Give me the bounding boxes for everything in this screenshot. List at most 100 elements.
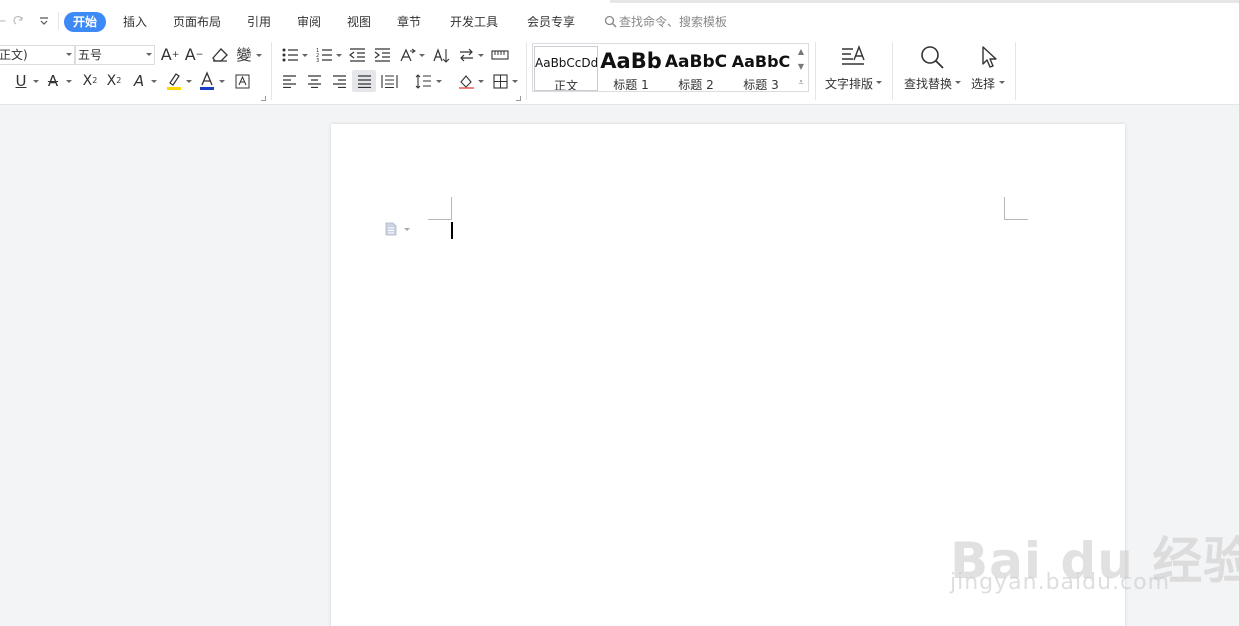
tab-developer[interactable]: 开发工具 (450, 12, 498, 32)
tab-member[interactable]: 会员专享 (527, 12, 575, 32)
text-effect-icon[interactable]: A (130, 71, 148, 91)
text-direction-dropdown-icon[interactable] (478, 54, 484, 57)
undo-icon[interactable]: ← (0, 13, 6, 29)
clear-format-eraser-icon[interactable] (210, 46, 230, 64)
find-replace-magnifier-icon[interactable] (918, 44, 946, 70)
font-name-select[interactable]: 正文) (0, 45, 75, 65)
style-heading-2[interactable]: AaBbC 标题 2 (664, 46, 728, 91)
layout-group-divider (892, 42, 893, 100)
style-heading-1-preview: AaBb (600, 49, 662, 73)
align-left-icon[interactable] (279, 71, 299, 91)
phonetic-guide-icon[interactable]: 變 (234, 45, 254, 65)
margin-corner-top-right-h (1004, 219, 1028, 220)
margin-corner-top-left-v (451, 197, 452, 220)
underline-dropdown-icon[interactable] (33, 80, 39, 83)
styles-scroll-up-icon[interactable]: ▲ (796, 47, 806, 57)
strikethrough-icon[interactable]: A (44, 71, 62, 91)
tab-references[interactable]: 引用 (247, 12, 271, 32)
character-border-icon[interactable] (233, 72, 251, 90)
style-heading-3-preview: AaBbC (731, 52, 791, 71)
text-effect-dropdown-icon[interactable] (151, 80, 157, 83)
font-name-value: 正文) (0, 48, 28, 62)
redo-icon[interactable] (12, 13, 26, 29)
tab-view[interactable]: 视图 (347, 12, 371, 32)
distributed-align-icon[interactable] (379, 71, 399, 91)
shading-dropdown-icon[interactable] (478, 80, 484, 83)
shading-icon[interactable] (456, 71, 476, 91)
find-replace-button[interactable]: 查找替换 (904, 75, 952, 92)
wps-writer-window: ← 开始 插入 页面布局 引用 审阅 视图 章节 开发工具 会员专享 查找命令、… (0, 0, 1239, 626)
command-search-input[interactable]: 查找命令、搜索模板 (619, 12, 727, 32)
select-button[interactable]: 选择 (971, 75, 995, 92)
strikethrough-dropdown-icon[interactable] (66, 80, 72, 83)
chinese-layout-icon[interactable] (397, 45, 417, 65)
chinese-layout-dropdown-icon[interactable] (419, 54, 425, 57)
search-icon[interactable] (603, 14, 617, 28)
select-cursor-icon[interactable] (976, 44, 1002, 70)
style-heading-3-label: 标题 3 (743, 78, 779, 91)
style-heading-1[interactable]: AaBb 标题 1 (599, 46, 663, 91)
margin-corner-top-left-h (428, 219, 452, 220)
decrease-indent-icon[interactable] (347, 45, 367, 65)
line-spacing-icon[interactable] (413, 71, 433, 91)
paragraph-group-divider (526, 42, 527, 100)
justify-icon[interactable] (352, 70, 376, 92)
select-dropdown-icon[interactable] (999, 81, 1005, 84)
font-name-dropdown-icon[interactable] (66, 53, 72, 56)
paragraph-dialog-launcher-icon[interactable] (516, 96, 521, 101)
superscript-icon[interactable]: X2 (80, 71, 100, 91)
find-replace-dropdown-icon[interactable] (955, 81, 961, 84)
style-normal-label: 正文 (553, 79, 578, 91)
tab-page-layout[interactable]: 页面布局 (173, 12, 221, 32)
underline-icon[interactable]: U (12, 71, 30, 91)
line-spacing-dropdown-icon[interactable] (436, 80, 442, 83)
edit-group-divider (1015, 42, 1016, 100)
paragraph-layout-doc-icon[interactable] (384, 221, 398, 236)
borders-dropdown-icon[interactable] (512, 80, 518, 83)
tab-insert[interactable]: 插入 (123, 12, 147, 32)
style-heading-2-label: 标题 2 (678, 78, 714, 91)
tab-chapter[interactable]: 章节 (397, 12, 421, 32)
tab-home[interactable]: 开始 (64, 12, 107, 32)
text-direction-icon[interactable] (456, 45, 476, 65)
show-ruler-icon[interactable] (490, 45, 510, 65)
font-dialog-launcher-icon[interactable] (261, 96, 266, 101)
highlight-pen-icon[interactable] (165, 70, 183, 92)
text-layout-icon[interactable] (839, 44, 867, 70)
borders-icon[interactable] (490, 71, 510, 91)
font-color-dropdown-icon[interactable] (219, 80, 225, 83)
font-group-divider (271, 42, 272, 100)
styles-scroll-down-icon[interactable]: ▼ (796, 62, 806, 72)
align-center-icon[interactable] (304, 71, 324, 91)
numbered-list-dropdown-icon[interactable] (336, 54, 342, 57)
font-color-icon[interactable] (198, 70, 216, 92)
watermark-url: jingyan.baidu.com (950, 570, 1171, 595)
phonetic-guide-dropdown-icon[interactable] (256, 54, 262, 57)
bullet-list-icon[interactable] (280, 45, 300, 65)
style-heading-1-label: 标题 1 (613, 78, 649, 91)
increase-indent-icon[interactable] (372, 45, 392, 65)
style-heading-3[interactable]: AaBbC 标题 3 (729, 46, 793, 91)
paragraph-layout-dropdown-icon[interactable] (404, 228, 410, 231)
style-heading-2-preview: AaBbC (664, 52, 728, 72)
subscript-icon[interactable]: X2 (104, 71, 124, 91)
styles-more-icon[interactable]: ⩡ (796, 77, 806, 89)
tab-review[interactable]: 审阅 (297, 12, 321, 32)
sort-icon[interactable] (431, 45, 451, 65)
style-normal[interactable]: AaBbCcDd 正文 (534, 46, 598, 91)
font-size-select[interactable]: 五号 (75, 45, 155, 65)
font-size-dropdown-icon[interactable] (146, 53, 152, 56)
grow-font-icon[interactable]: A + (160, 45, 180, 65)
shrink-font-icon[interactable]: A − (184, 45, 204, 65)
text-layout-dropdown-icon[interactable] (876, 81, 882, 84)
customize-quick-access-icon[interactable] (38, 14, 50, 28)
bullet-list-dropdown-icon[interactable] (302, 54, 308, 57)
quick-access-divider (58, 12, 59, 30)
font-size-value: 五号 (78, 48, 103, 62)
numbered-list-icon[interactable]: 123 (314, 45, 334, 65)
text-layout-button[interactable]: 文字排版 (825, 75, 873, 92)
style-normal-preview: AaBbCcDd (535, 56, 598, 70)
align-right-icon[interactable] (329, 71, 349, 91)
highlight-dropdown-icon[interactable] (186, 80, 192, 83)
styles-gallery: AaBbCcDd 正文 AaBb 标题 1 AaBbC 标题 2 AaBbC 标… (532, 43, 809, 92)
